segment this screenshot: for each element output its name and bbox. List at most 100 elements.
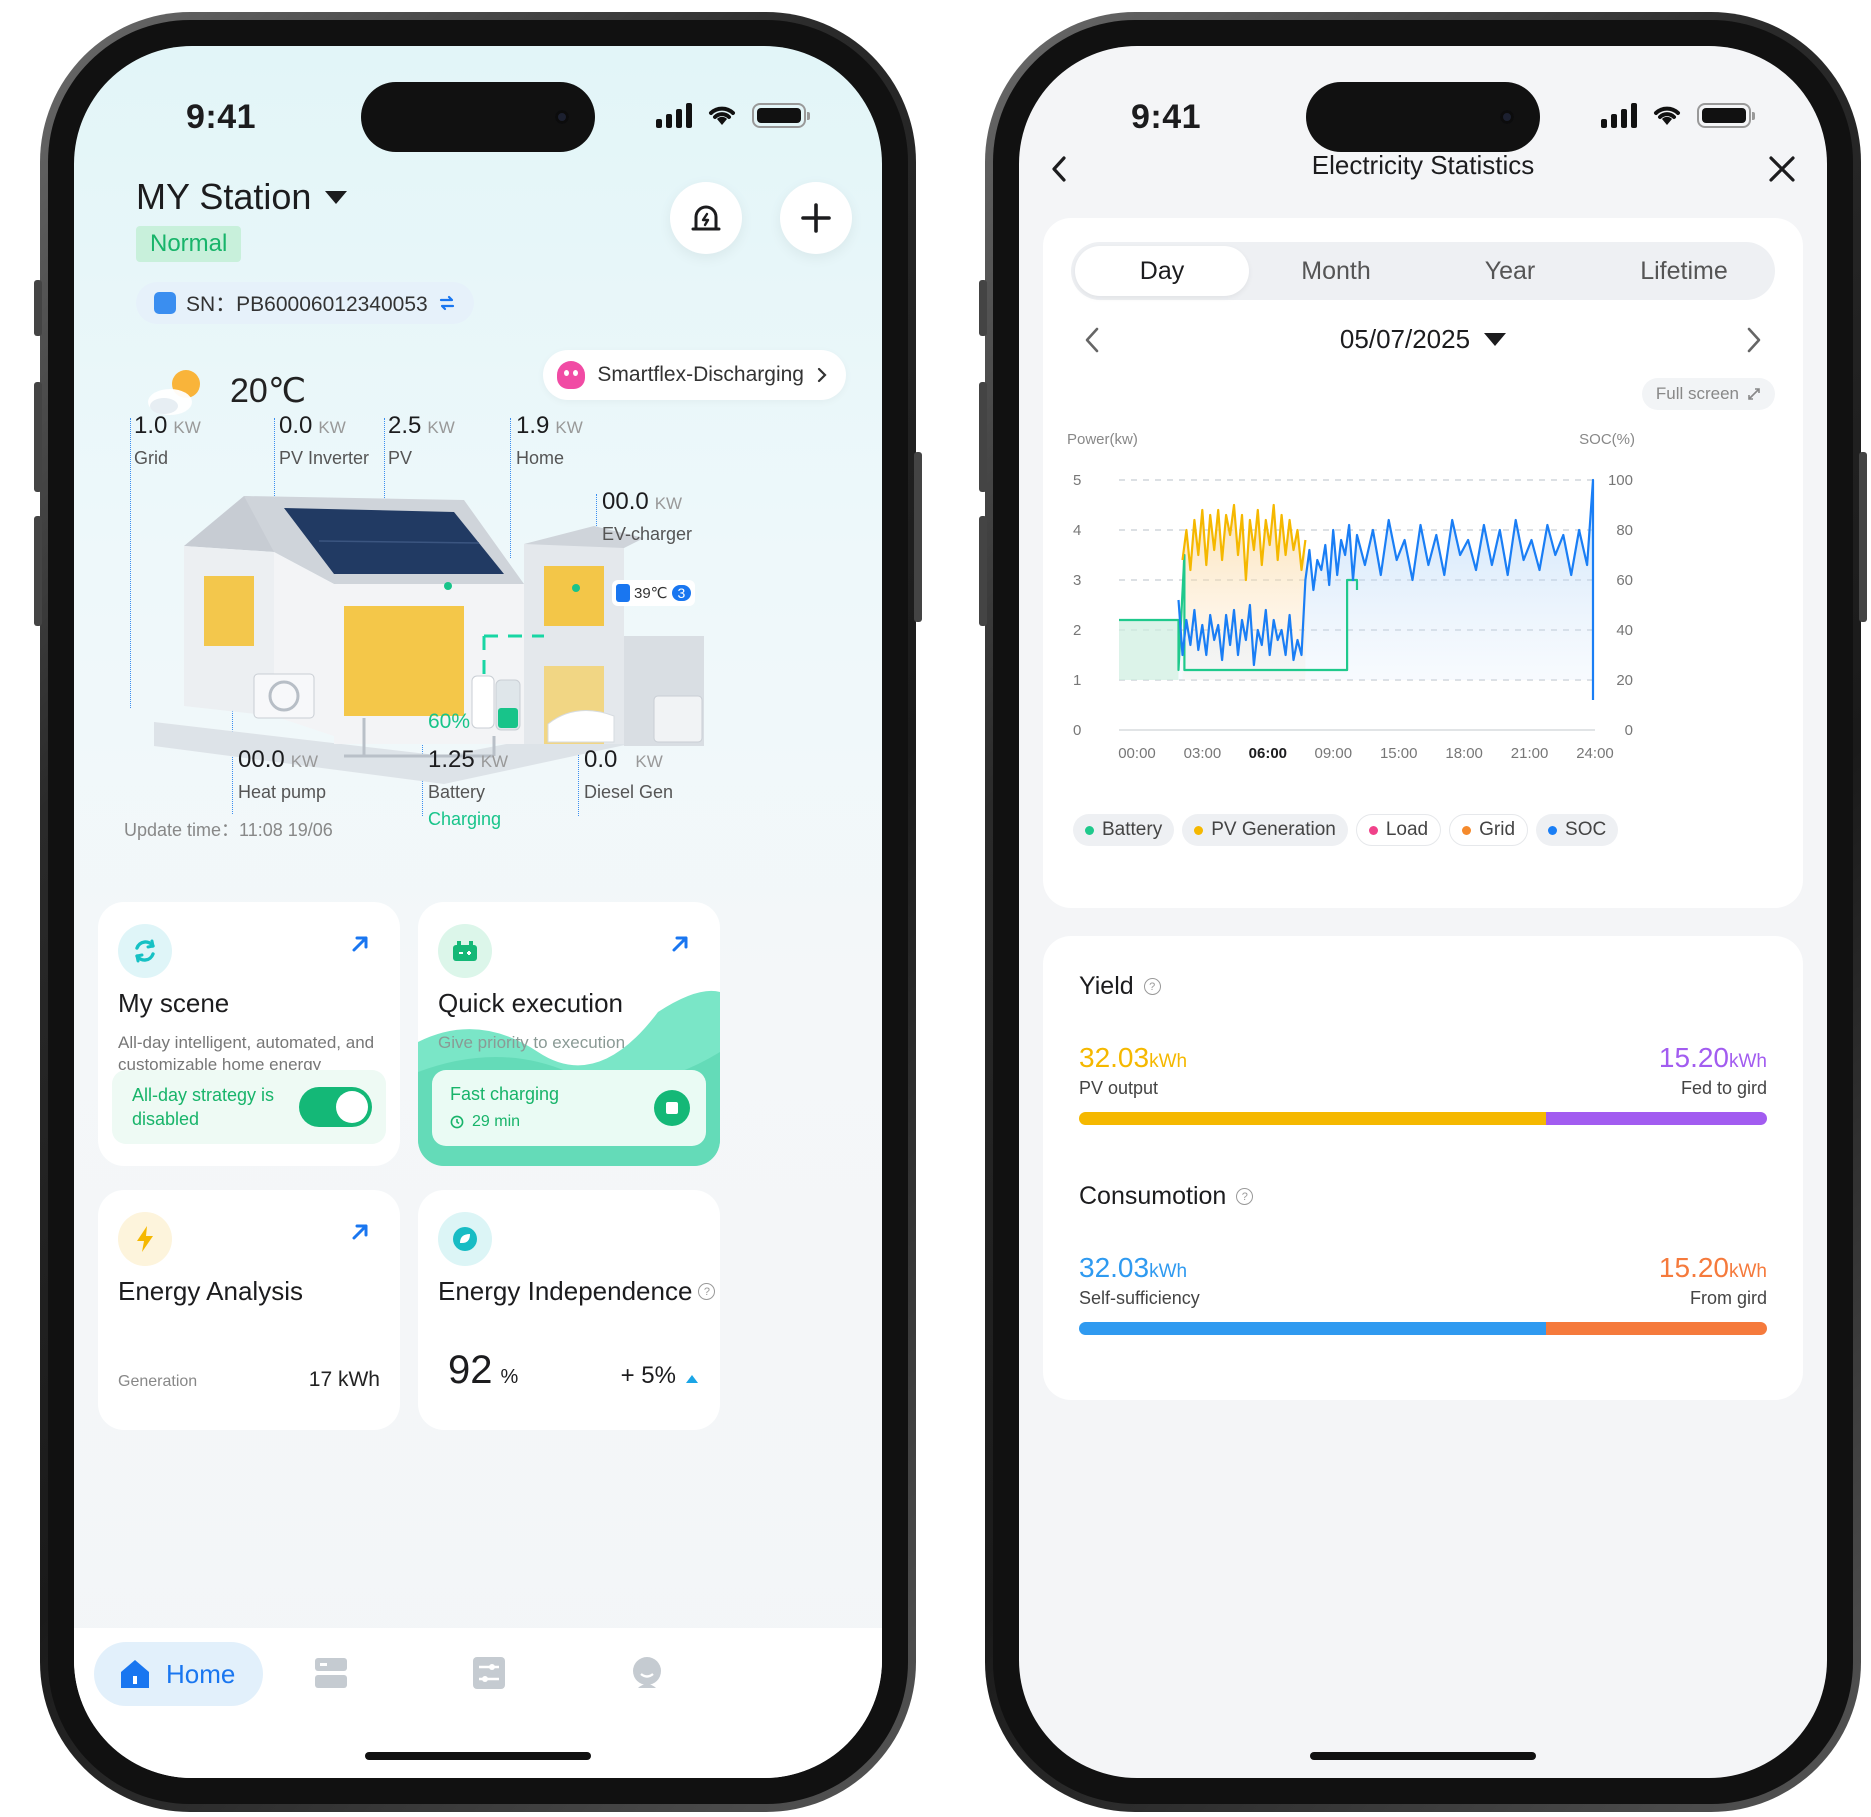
tab-year[interactable]: Year — [1423, 246, 1597, 296]
home-load-unit: KW — [555, 418, 583, 437]
signal-icon — [656, 102, 692, 128]
battery-unit: KW — [480, 752, 509, 771]
load-dot-icon — [1368, 825, 1378, 835]
chevron-right-icon[interactable] — [1745, 326, 1763, 354]
energy-analysis-title: Energy Analysis — [118, 1276, 303, 1306]
battery-status-icon — [1697, 102, 1755, 128]
help-icon[interactable]: ? — [1236, 1188, 1254, 1205]
serial-number-selector[interactable]: SN：PB60006012340053 — [136, 282, 474, 324]
x-tick: 00:00 — [1118, 745, 1156, 762]
tab-lifetime[interactable]: Lifetime — [1597, 246, 1771, 296]
battery-soc: 60% — [428, 710, 471, 733]
consumption-bar-grid — [1545, 1322, 1767, 1335]
y-left-tick: 1 — [1073, 672, 1081, 689]
partly-cloudy-icon — [148, 370, 200, 415]
legend-load[interactable]: Load — [1355, 814, 1442, 846]
tab-home[interactable]: Home — [94, 1642, 264, 1706]
grid-leader-line — [130, 418, 131, 708]
chart-card: Day Month Year Lifetime 05/07/2025 Full … — [1043, 218, 1803, 908]
task-duration-row: 29 min — [450, 1113, 688, 1131]
generation-label: Generation — [118, 1373, 198, 1390]
legend-grid-label: Grid — [1479, 819, 1516, 840]
wifi-icon — [709, 106, 735, 125]
fed-to-grid-label: Fed to gird — [1680, 1078, 1767, 1098]
x-tick: 15:00 — [1380, 745, 1418, 762]
date-picker[interactable]: 05/07/2025 — [1340, 324, 1507, 355]
status-time: 9:41 — [186, 98, 257, 136]
yield-title-row: Yield ? — [1079, 972, 1161, 1001]
my-scene-card[interactable]: My scene All-day intelligent, automated,… — [98, 902, 400, 1166]
add-button[interactable] — [780, 182, 852, 254]
legend-soc-label: SOC — [1565, 819, 1607, 840]
home-icon — [121, 1660, 149, 1688]
station-name: MY Station — [136, 176, 312, 217]
y-left-tick: 3 — [1073, 572, 1081, 589]
legend-grid[interactable]: Grid — [1449, 814, 1529, 846]
ev-charger-value: 00.0 — [602, 488, 649, 515]
plus-icon — [801, 203, 831, 233]
fed-to-grid-value: 15.20 — [1658, 1042, 1729, 1073]
power-button — [914, 452, 922, 622]
diesel-gen-unit: KW — [635, 752, 663, 771]
diesel-gen-metric: 0.0 KW Diesel Gen — [584, 746, 673, 803]
y-right-tick: 40 — [1616, 622, 1633, 639]
home-indicator — [365, 1752, 591, 1760]
pv-label: PV — [388, 448, 413, 468]
chevron-left-icon[interactable] — [1083, 326, 1101, 354]
mode-pill[interactable]: Smartflex-Discharging — [543, 350, 846, 400]
self-sufficiency-label: Self-sufficiency — [1079, 1288, 1200, 1308]
help-icon[interactable]: ? — [698, 1283, 716, 1300]
x-ticks: 00:00 03:00 06:00 09:00 15:00 18:00 21:00 24:00 — [1118, 745, 1614, 762]
alarm-button[interactable] — [670, 182, 742, 254]
serial-number: SN：PB60006012340053 — [186, 293, 428, 316]
independence-value-row: 92% — [448, 1348, 518, 1393]
ev-count-badge: 3 — [671, 585, 692, 601]
pv-unit: KW — [427, 418, 455, 437]
yield-title: Yield — [1079, 972, 1134, 1000]
y-right-tick: 0 — [1625, 722, 1633, 739]
pv-inverter-label: PV Inverter — [279, 448, 370, 468]
devices-icon[interactable] — [314, 1656, 348, 1690]
tab-month[interactable]: Month — [1249, 246, 1423, 296]
legend-soc[interactable]: SOC — [1536, 814, 1619, 846]
close-icon[interactable] — [1767, 154, 1797, 184]
strategy-toggle[interactable] — [299, 1087, 372, 1127]
ev-temperature-chip[interactable]: 39℃ 3 — [612, 580, 696, 606]
chart-legend: Battery PV Generation Load Grid SOC — [1073, 814, 1777, 846]
battery-value: 1.25 — [428, 746, 475, 773]
my-scene-title: My scene — [118, 988, 230, 1018]
power-button — [1859, 452, 1867, 622]
energy-independence-card[interactable]: Energy Independence ? 92% + 5% — [418, 1190, 720, 1430]
y-right-tick: 80 — [1616, 522, 1633, 539]
period-tabs: Day Month Year Lifetime — [1071, 242, 1775, 300]
fast-charging-task[interactable]: Fast charging 29 min — [432, 1070, 706, 1146]
quick-execution-card[interactable]: Quick execution Give priority to executi… — [418, 902, 720, 1166]
station-selector[interactable]: MY Station — [136, 176, 348, 218]
grid-dot-icon — [1462, 825, 1472, 835]
profile-icon[interactable] — [630, 1656, 664, 1690]
y-right-axis-label: SOC(%) — [1579, 431, 1635, 448]
stop-button[interactable] — [654, 1090, 690, 1126]
update-time: Update time：11:08 19/06 — [124, 820, 333, 840]
settings-sliders-icon[interactable] — [472, 1656, 506, 1690]
phone-frame-home: 9:41 MY Station Normal SN：PB600060123400… — [34, 12, 922, 1812]
caret-down-icon — [1484, 333, 1507, 346]
soc-dot-icon — [1548, 825, 1558, 835]
y-left-tick: 5 — [1073, 472, 1081, 489]
tab-bar: Home — [74, 1628, 882, 1778]
help-icon[interactable]: ? — [1143, 978, 1161, 995]
power-chart[interactable]: Power(kw) SOC(%) 0 1 2 3 4 5 0 20 40 60 80 100 00:… — [1057, 418, 1653, 798]
grid-value: 1.0 — [134, 412, 168, 439]
legend-pv[interactable]: PV Generation — [1182, 814, 1348, 846]
energy-analysis-card[interactable]: Energy Analysis Generation 17 kWh — [98, 1190, 400, 1430]
battery-dot-icon — [1085, 825, 1094, 835]
legend-battery[interactable]: Battery — [1073, 814, 1175, 846]
legend-load-label: Load — [1385, 819, 1429, 840]
tab-home-label: Home — [166, 1658, 236, 1689]
fullscreen-button[interactable]: Full screen — [1641, 378, 1775, 410]
battery-charge-icon — [438, 924, 492, 978]
tab-day[interactable]: Day — [1075, 246, 1249, 296]
status-icons — [1601, 102, 1755, 128]
signal-icon — [1601, 102, 1637, 128]
arrow-up-right-icon — [352, 936, 368, 952]
